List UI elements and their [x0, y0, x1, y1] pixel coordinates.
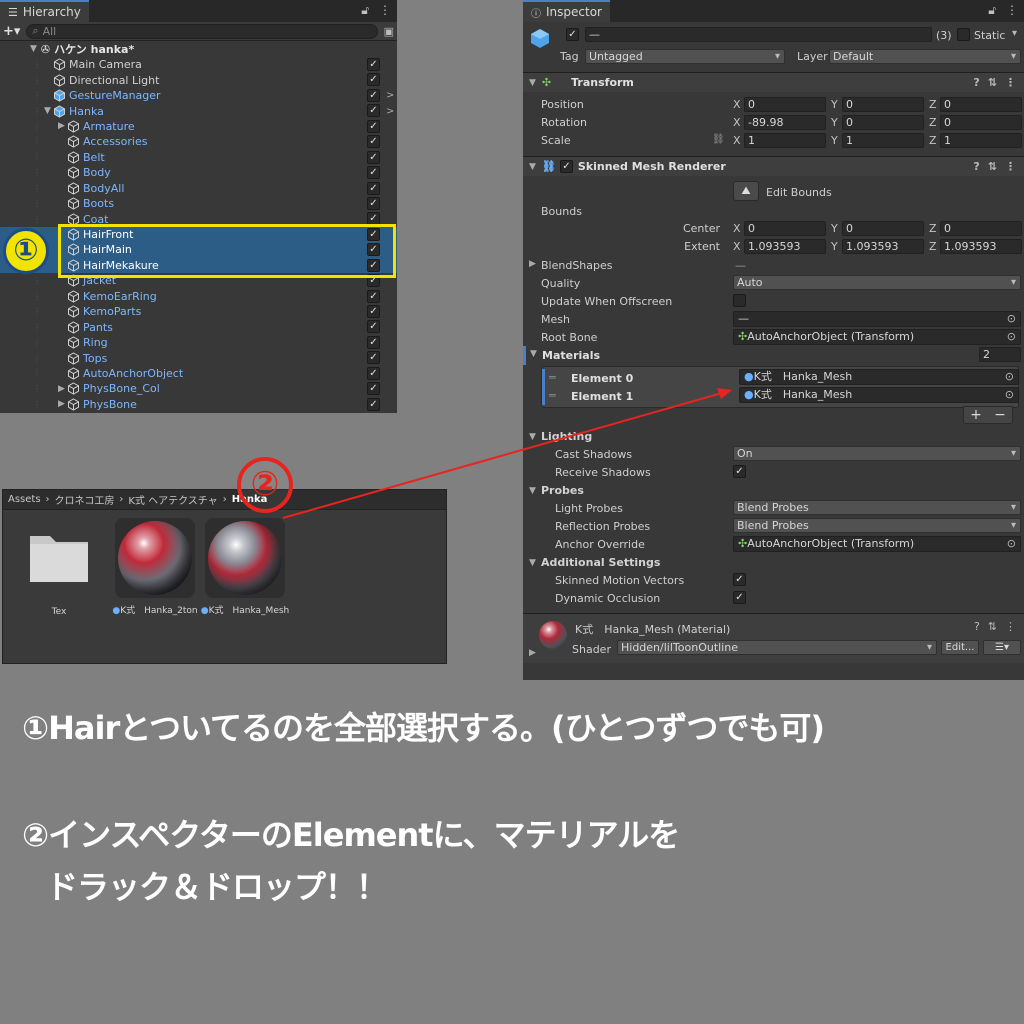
- instruction-line-2: ②インスペクターのElementに、マテリアルを: [22, 816, 680, 854]
- instruction-line-1: ①Hairとついてるのを全部選択する。(ひとつずつでも可): [22, 709, 825, 747]
- drag-arrow-line: [282, 392, 723, 519]
- instruction-line-3: ドラック＆ドロップ！！: [46, 868, 388, 906]
- drag-arrow-head: [717, 388, 732, 399]
